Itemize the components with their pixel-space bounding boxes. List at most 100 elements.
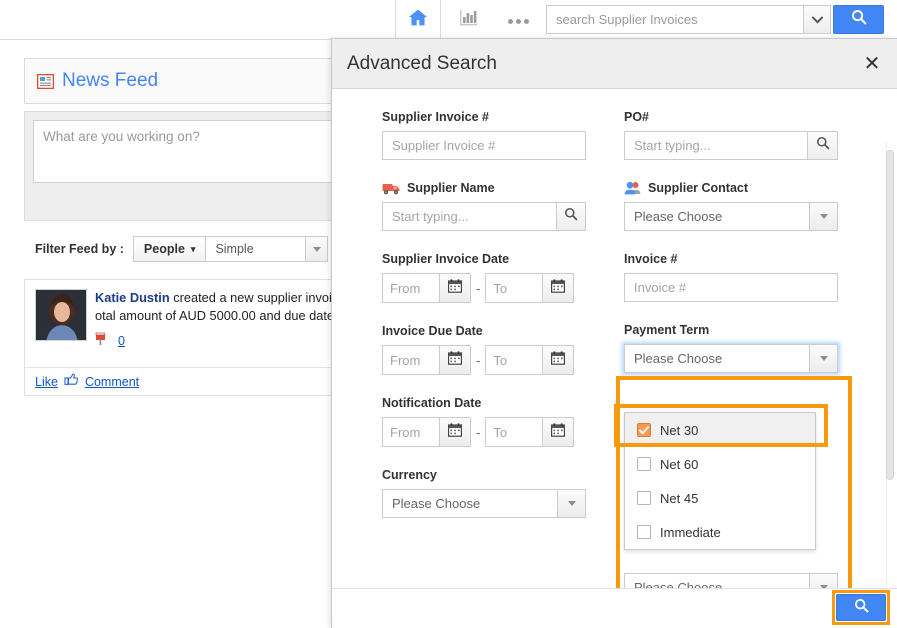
date-range-separator: - xyxy=(476,424,481,440)
field-label: Payment Term xyxy=(624,323,838,337)
reports-button[interactable] xyxy=(450,0,488,39)
payment-term-option-immediate[interactable]: Immediate xyxy=(625,515,815,549)
search-icon xyxy=(851,9,867,30)
invoice-due-date-to-input[interactable] xyxy=(485,345,543,375)
field-invoice-due-date: Invoice Due Date - xyxy=(382,324,586,375)
payment-term-select-caret[interactable] xyxy=(809,344,838,373)
supplier-invoice-number-input[interactable] xyxy=(382,131,586,160)
date-range-separator: - xyxy=(476,352,481,368)
label-text: Payment Term xyxy=(624,323,710,337)
date-range-separator: - xyxy=(476,280,481,296)
checkbox-icon[interactable] xyxy=(637,525,651,539)
filter-people-label: People xyxy=(143,242,185,256)
currency-select-value: Please Choose xyxy=(382,489,557,518)
po-number-search-button[interactable] xyxy=(807,131,838,160)
po-number-input[interactable] xyxy=(624,131,808,160)
option-label: Net 45 xyxy=(660,490,699,506)
supplier-name-input[interactable] xyxy=(382,202,556,231)
modal-scrollbar[interactable] xyxy=(884,142,895,588)
close-icon[interactable]: ✕ xyxy=(861,53,883,75)
calendar-icon-button-from[interactable] xyxy=(439,417,471,447)
field-label: PO# xyxy=(624,110,838,124)
payment-term-select[interactable]: Please Choose xyxy=(624,344,838,373)
field-label: Invoice Due Date xyxy=(382,324,586,338)
comment-button[interactable]: Comment xyxy=(85,375,139,389)
like-button[interactable]: Like xyxy=(35,375,58,389)
search-input[interactable] xyxy=(546,5,803,34)
field-label: Supplier Invoice # xyxy=(382,110,586,124)
modal-footer xyxy=(332,588,897,628)
advanced-search-modal: Advanced Search ✕ Supplier Invoice # Sup… xyxy=(331,38,897,628)
payment-term-select-value: Please Choose xyxy=(624,344,809,373)
supplier-invoice-date-from-input[interactable] xyxy=(382,273,439,303)
invoice-due-date-from-input[interactable] xyxy=(382,345,439,375)
notification-date-from-input[interactable] xyxy=(382,417,439,447)
post-text-line1: created a new supplier invoice xyxy=(169,290,346,305)
supplier-contact-select[interactable]: Please Choose xyxy=(624,202,838,231)
currency-select-caret[interactable] xyxy=(557,489,586,518)
avatar xyxy=(35,289,87,341)
obscured-select-caret[interactable] xyxy=(809,573,838,588)
chevron-down-icon xyxy=(819,356,828,361)
post-footer: Like Comment xyxy=(25,367,353,395)
field-supplier-name: Supplier Name xyxy=(382,181,586,231)
form-column-left: Supplier Invoice # Supplier Invoice # Su… xyxy=(382,110,586,539)
field-po-number: PO# xyxy=(624,110,838,160)
newspaper-icon xyxy=(37,73,54,89)
payment-term-option-net45[interactable]: Net 45 xyxy=(625,481,815,515)
obscured-select[interactable]: Please Choose xyxy=(624,573,838,588)
checkbox-icon[interactable] xyxy=(637,457,651,471)
supplier-invoice-date-to-input[interactable] xyxy=(485,273,543,303)
field-invoice-number: Invoice # xyxy=(624,252,838,302)
home-button[interactable] xyxy=(396,0,441,39)
scroll-up-arrow-icon[interactable] xyxy=(886,142,894,150)
supplier-contact-select-caret[interactable] xyxy=(809,202,838,231)
filter-people-dropdown[interactable]: People ▾ xyxy=(132,236,207,262)
compose-panel xyxy=(24,111,355,221)
more-menu-button[interactable] xyxy=(500,0,536,39)
checkbox-checked-icon[interactable] xyxy=(637,423,651,437)
calendar-icon-button-from[interactable] xyxy=(439,345,471,375)
date-from xyxy=(382,417,471,447)
chevron-down-icon xyxy=(312,246,321,252)
currency-select[interactable]: Please Choose xyxy=(382,489,586,518)
calendar-icon-button-from[interactable] xyxy=(439,273,471,303)
filter-mode-caret[interactable] xyxy=(306,236,329,262)
top-toolbar xyxy=(0,0,897,40)
search-scope-dropdown[interactable] xyxy=(803,5,831,34)
thumbs-up-icon xyxy=(64,372,79,391)
compose-input[interactable] xyxy=(33,120,355,183)
invoice-number-input[interactable] xyxy=(624,273,838,302)
po-number-lookup xyxy=(624,131,838,160)
calendar-icon-button-to[interactable] xyxy=(542,273,575,303)
home-icon xyxy=(407,7,429,33)
supplier-name-search-button[interactable] xyxy=(555,202,586,231)
post-text-line2: otal amount of AUD 5000.00 and due date … xyxy=(95,308,345,323)
scrollbar-thumb[interactable] xyxy=(886,150,894,480)
calendar-icon-button-to[interactable] xyxy=(542,345,575,375)
post-author[interactable]: Katie Dustin xyxy=(95,290,170,305)
comment-count[interactable]: 0 xyxy=(118,334,125,348)
supplier-name-lookup xyxy=(382,202,586,231)
obscured-select-value: Please Choose xyxy=(624,573,809,588)
notification-date-to-input[interactable] xyxy=(485,417,543,447)
advanced-search-submit-button[interactable] xyxy=(836,594,886,621)
filter-mode-select[interactable]: Simple xyxy=(206,236,307,262)
field-supplier-contact: Supplier Contact Please Choose xyxy=(624,181,838,231)
checkbox-icon[interactable] xyxy=(637,491,651,505)
page-title: News Feed xyxy=(62,70,159,91)
supplier-invoice-date-range: - xyxy=(382,273,586,303)
feed-post: Katie Dustin created a new supplier invo… xyxy=(24,279,354,396)
date-from xyxy=(382,345,471,375)
calendar-icon-button-to[interactable] xyxy=(542,417,575,447)
payment-term-option-net60[interactable]: Net 60 xyxy=(625,447,815,481)
date-from xyxy=(382,273,471,303)
chevron-down-icon xyxy=(819,214,828,219)
field-notification-date: Notification Date - xyxy=(382,396,586,447)
global-search xyxy=(546,5,831,34)
search-submit-button[interactable] xyxy=(833,5,884,34)
news-feed-header: News Feed xyxy=(24,58,354,104)
field-label: Currency xyxy=(382,468,586,482)
label-text: Notification Date xyxy=(382,396,482,410)
payment-term-option-net30[interactable]: Net 30 xyxy=(625,413,815,447)
